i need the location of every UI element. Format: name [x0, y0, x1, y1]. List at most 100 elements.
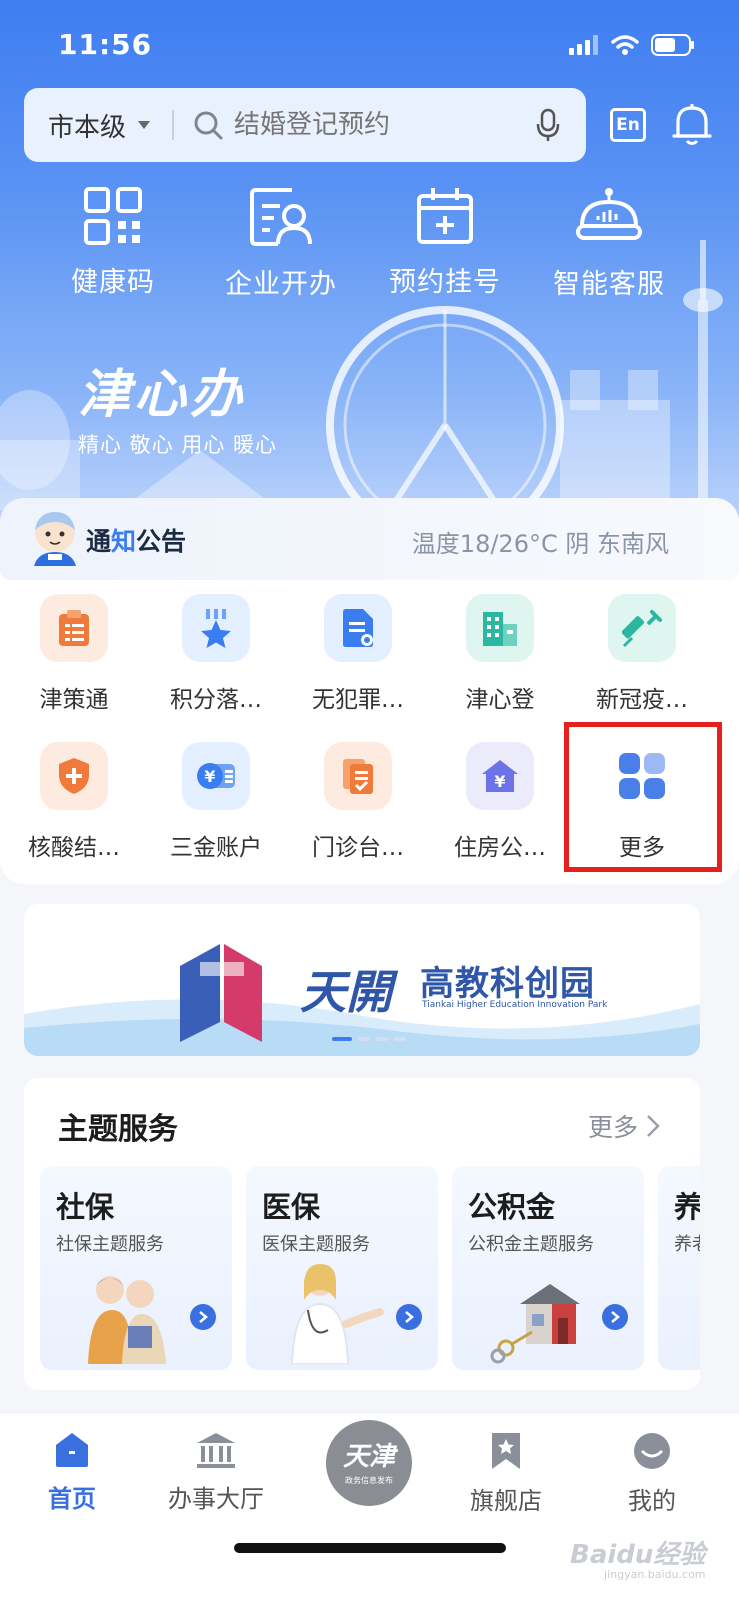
- service-label: 新冠疫…: [596, 687, 688, 713]
- svg-text:¥: ¥: [204, 767, 215, 786]
- theme-card-desc: 医保主题服务: [262, 1234, 370, 1255]
- theme-card-desc: 公积金主题服务: [468, 1234, 594, 1255]
- carousel-dot-active: [332, 1037, 352, 1041]
- theme-card-title: 医保: [262, 1190, 321, 1224]
- calendar-plus-icon: [417, 188, 473, 244]
- tab-label: 办事大厅: [168, 1485, 264, 1513]
- service-covid-vaccine[interactable]: 新冠疫…: [572, 594, 712, 714]
- user-face-icon: [634, 1433, 670, 1469]
- arrow-right-circle-icon: [190, 1304, 216, 1330]
- hero-header: 11:56 市本级 结婚登记预约 En 健康码 企业开办 预约挂号 智能客服 津…: [0, 0, 739, 560]
- theme-card-title: 养: [674, 1190, 700, 1224]
- service-no-criminal[interactable]: 无犯罪…: [288, 594, 428, 714]
- theme-more-link[interactable]: 更多: [588, 1108, 660, 1144]
- house-yuan-icon: ¥: [466, 742, 534, 810]
- carousel-dot: [394, 1037, 406, 1041]
- chevron-right-icon: [647, 1115, 660, 1137]
- tab-flagship-store[interactable]: 旗舰店: [446, 1431, 566, 1516]
- service-label: 无犯罪…: [312, 687, 404, 713]
- city-selector[interactable]: 市本级: [24, 107, 151, 144]
- syringe-icon: [608, 594, 676, 662]
- theme-card-pension[interactable]: 养 养老: [658, 1166, 700, 1370]
- quick-action-label: 企业开办: [225, 269, 337, 300]
- service-outpatient-records[interactable]: 门诊台…: [288, 742, 428, 862]
- theme-card-medical-insurance[interactable]: 医保 医保主题服务: [246, 1166, 438, 1370]
- search-divider: [172, 110, 175, 140]
- doctor-illustration: [290, 1264, 384, 1364]
- government-building-icon: [197, 1433, 235, 1468]
- service-three-funds[interactable]: ¥ 三金账户: [146, 742, 286, 862]
- watermark-url: jingyan.baidu.com: [604, 1568, 706, 1581]
- bookmark-star-icon: [492, 1433, 520, 1469]
- carousel-dot: [358, 1037, 370, 1041]
- banner-subtitle: Tiankai Higher Education Innovation Park: [422, 1000, 608, 1010]
- carousel-indicator: [332, 1037, 406, 1041]
- service-housing-fund[interactable]: ¥ 住房公…: [430, 742, 570, 862]
- status-time: 11:56: [58, 28, 153, 61]
- microphone-icon[interactable]: [536, 108, 560, 142]
- quick-action-health-code[interactable]: 健康码: [28, 186, 198, 299]
- qr-code-icon: [84, 187, 142, 245]
- banner-title: 高教科创园: [420, 964, 595, 1004]
- promo-banner[interactable]: 天開 高教科创园 Tiankai Higher Education Innova…: [24, 904, 700, 1056]
- tab-home[interactable]: 首页: [12, 1431, 132, 1514]
- tab-service-hall[interactable]: 办事大厅: [156, 1431, 276, 1514]
- slogan-subtitle: 精心 敬心 用心 暖心: [78, 433, 278, 457]
- arrow-right-circle-icon: [602, 1304, 628, 1330]
- service-jinxindeng[interactable]: 津心登: [430, 594, 570, 714]
- center-button-subtitle: 政务信息发布: [345, 1476, 393, 1485]
- caret-down-icon: [138, 121, 151, 129]
- theme-card-housing-fund[interactable]: 公积金 公积金主题服务: [452, 1166, 644, 1370]
- notification-bell-icon[interactable]: [672, 102, 712, 148]
- slogan-title: 津心办: [78, 364, 247, 425]
- tab-label: 首页: [48, 1485, 96, 1513]
- theme-card-title: 社保: [56, 1190, 115, 1224]
- robot-icon: [576, 188, 642, 240]
- quick-action-label: 预约挂号: [389, 267, 501, 298]
- theme-card-title: 公积金: [468, 1190, 556, 1224]
- theme-card-social-security[interactable]: 社保 社保主题服务: [40, 1166, 232, 1370]
- theme-card-desc: 社保主题服务: [56, 1234, 164, 1255]
- wifi-icon: [611, 35, 639, 55]
- home-indicator[interactable]: [234, 1543, 506, 1553]
- tianjin-info-release-button[interactable]: 天津 政务信息发布: [326, 1420, 412, 1506]
- theme-services-section: 主题服务 更多 社保 社保主题服务 医保 医保主题服务 公积金 公积金主题服务 …: [24, 1078, 700, 1390]
- arrow-right-circle-icon: [396, 1304, 422, 1330]
- business-card-icon: [250, 188, 312, 246]
- language-toggle-button[interactable]: En: [610, 108, 646, 142]
- more-label: 更多: [587, 1113, 638, 1142]
- yuan-card-icon: ¥: [182, 742, 250, 810]
- service-jincetong[interactable]: 津策通: [4, 594, 144, 714]
- quick-action-customer-service[interactable]: 智能客服: [524, 186, 694, 301]
- service-label: 三金账户: [170, 835, 262, 861]
- status-bar: 11:56: [0, 0, 739, 90]
- search-icon: [194, 111, 223, 140]
- service-label: 津心登: [465, 687, 535, 713]
- banner-brand: 天開: [300, 965, 392, 1019]
- service-label: 津策通: [39, 687, 109, 713]
- theme-card-desc: 养老: [674, 1234, 700, 1255]
- notice-title-highlight: 知: [111, 527, 137, 556]
- quick-action-label: 健康码: [71, 267, 155, 298]
- quick-action-appointment[interactable]: 预约挂号: [360, 186, 530, 299]
- tab-mine[interactable]: 我的: [592, 1431, 712, 1516]
- status-icons: [569, 34, 695, 56]
- section-title: 主题服务: [58, 1112, 178, 1147]
- service-label: 核酸结…: [28, 835, 120, 861]
- notice-bar[interactable]: 通知公告 温度18/26°C 阴 东南风: [0, 498, 739, 580]
- search-bar[interactable]: 市本级: [24, 88, 586, 162]
- service-label: 门诊台…: [312, 835, 404, 861]
- app-slogan: 津心办 精心 敬心 用心 暖心: [78, 352, 277, 459]
- service-points-settle[interactable]: 积分落…: [146, 594, 286, 714]
- search-input[interactable]: [234, 110, 515, 140]
- quick-action-business[interactable]: 企业开办: [196, 186, 366, 301]
- clipboard-icon: [40, 594, 108, 662]
- service-label: 住房公…: [454, 835, 546, 861]
- weather-info: 温度18/26°C 阴 东南风: [411, 530, 669, 558]
- service-nucleic-result[interactable]: 核酸结…: [4, 742, 144, 862]
- house-keys-illustration: [490, 1284, 580, 1364]
- annotation-highlight-box: [564, 722, 722, 872]
- quick-action-label: 智能客服: [553, 269, 665, 300]
- mascot-avatar-icon: [34, 512, 76, 566]
- watermark-logo: Baidu经验: [570, 1540, 706, 1570]
